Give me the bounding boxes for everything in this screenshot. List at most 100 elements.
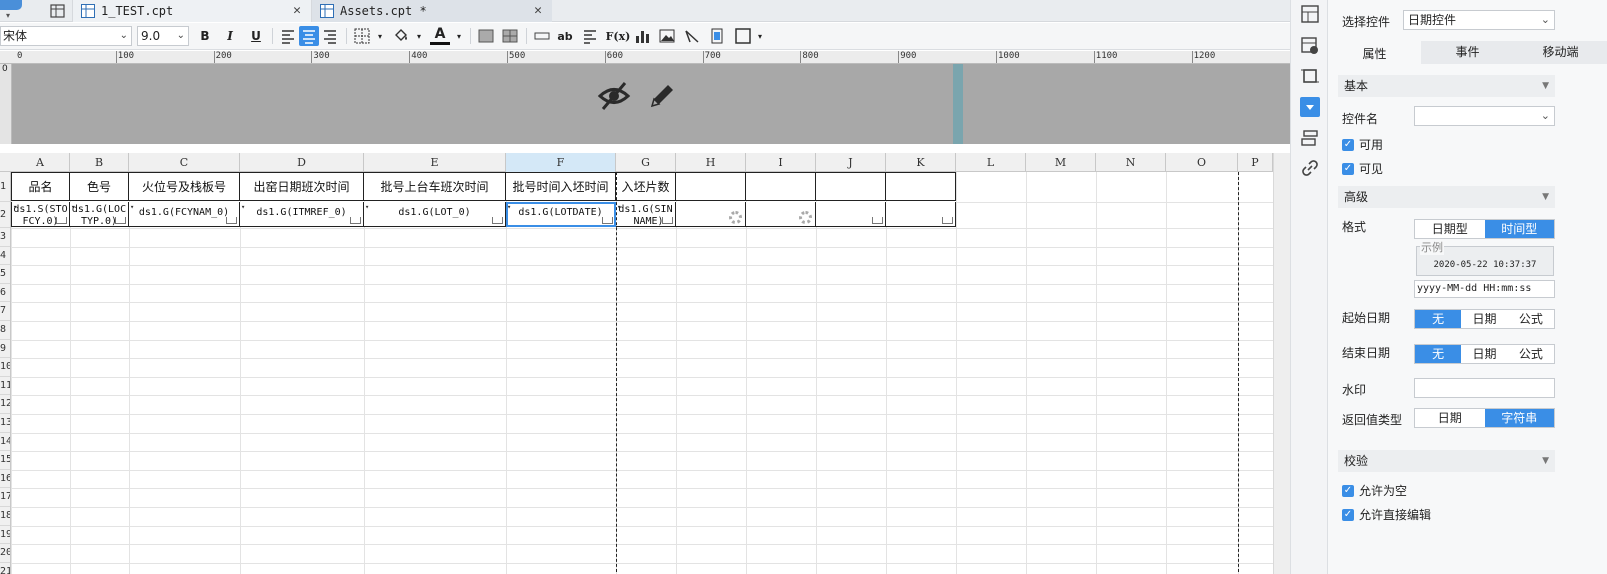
column-header-o[interactable]: O [1166,153,1238,172]
row-header-15[interactable]: 15 [0,451,10,470]
header-cell-empty[interactable] [676,172,746,201]
column-header-i[interactable]: I [746,153,816,172]
row-header-4[interactable]: 4 [0,247,10,266]
chevron-down-icon[interactable]: ▾ [409,26,429,46]
column-header-a[interactable]: A [11,153,70,172]
subreport-icon[interactable] [707,26,727,46]
row-header-18[interactable]: 18 [0,507,10,526]
row-header-11[interactable]: 11 [0,377,10,396]
column-header-g[interactable]: G [616,153,676,172]
data-cell-empty[interactable] [746,202,816,227]
column-header-c[interactable]: C [129,153,240,172]
bold-button[interactable]: B [195,26,215,46]
column-header-k[interactable]: K [886,153,956,172]
column-header-f[interactable]: F [506,153,616,172]
data-cell[interactable]: ▾ ds1.G(FCYNAM_0) [129,202,240,227]
row-header-10[interactable]: 10 [0,358,10,377]
slash-line-icon[interactable] [682,26,702,46]
chevron-down-icon[interactable]: ▾ [449,26,469,46]
cell-element-icon[interactable] [1300,36,1320,56]
enabled-checkbox[interactable]: ✓ 可用 [1342,136,1383,153]
spreadsheet-grid[interactable]: ABCDEFGHIJKLMNOP 1 2 3 4 5 6 7 8 9 10 11 12 13 14 15 16… [0,153,1273,574]
row-header-3[interactable]: 3 [0,228,10,247]
eye-hidden-icon[interactable] [597,79,631,113]
new-template-icon[interactable] [50,3,66,19]
data-cell[interactable]: ▾ ds1.G(LOTDATE) [506,202,616,227]
start-date-option-date[interactable]: 日期 [1461,310,1507,328]
header-cell[interactable]: 入坯片数 [616,172,676,201]
header-cell[interactable]: 火位号及栈板号 [129,172,240,201]
header-cell[interactable]: 出窑日期班次时间 [240,172,364,201]
hyperlink-icon[interactable] [1300,158,1320,178]
row-header-17[interactable]: 17 [0,488,10,507]
row-header-2[interactable]: 2 [0,202,10,228]
column-header-b[interactable]: B [70,153,129,172]
align-left-icon[interactable] [278,26,298,46]
row-header-7[interactable]: 7 [0,302,10,321]
row-header-5[interactable]: 5 [0,265,10,284]
start-date-option-none[interactable]: 无 [1415,310,1462,328]
row-header-19[interactable]: 19 [0,526,10,545]
tab-1-test[interactable]: 1_TEST.cpt ✕ [72,0,312,22]
chevron-down-icon[interactable]: ▾ [370,26,390,46]
row-header-8[interactable]: 8 [0,321,10,340]
row-header-13[interactable]: 13 [0,414,10,433]
format-option-date[interactable]: 日期型 [1415,220,1485,238]
column-header-m[interactable]: M [1026,153,1096,172]
close-icon[interactable]: ✕ [293,3,301,18]
pencil-icon[interactable] [646,80,678,112]
formula-button[interactable]: F(x) [606,26,631,46]
header-cell[interactable]: 批号上台车班次时间 [364,172,506,201]
control-name-select[interactable]: ⌄ [1414,106,1555,126]
header-cell-empty[interactable] [746,172,816,201]
header-cell-empty[interactable] [816,172,886,201]
column-header-l[interactable]: L [956,153,1026,172]
header-cell[interactable]: 品名 [11,172,70,201]
return-type-option-string[interactable]: 字符串 [1484,409,1554,427]
column-header-j[interactable]: J [816,153,886,172]
cell-attribute-icon[interactable] [1300,4,1320,24]
section-validate[interactable]: 校验 ▼ [1338,450,1555,472]
font-family-select[interactable]: 宋体 ⌄ [0,26,132,46]
vertical-scrollbar[interactable] [1273,153,1290,574]
row-header-1[interactable]: 1 [0,172,10,202]
visible-checkbox[interactable]: ✓ 可见 [1342,160,1383,177]
column-header-e[interactable]: E [364,153,506,172]
header-cell[interactable]: 色号 [70,172,129,201]
close-icon[interactable]: ✕ [534,3,542,18]
text-align-icon[interactable] [580,26,600,46]
merge-cells-icon[interactable] [476,26,496,46]
tab-events[interactable]: 事件 [1421,41,1514,64]
crop-frame-icon[interactable] [1300,66,1320,86]
data-cell[interactable]: ▾ ds1.G(ITMREF_0) [240,202,364,227]
row-header-12[interactable]: 12 [0,395,10,414]
data-cell-empty[interactable] [886,202,956,227]
text-widget-button[interactable]: ab [555,26,575,46]
data-cell[interactable]: ▾ ds1.G(LOT_0) [364,202,506,227]
row-header-21[interactable]: 21 [0,563,10,574]
underline-button[interactable]: U [246,26,266,46]
data-cell-empty[interactable] [676,202,746,227]
format-option-time[interactable]: 时间型 [1484,220,1554,238]
data-cell[interactable]: ▾ ds1.S(STOFCY.0) [11,202,70,227]
text-color-button[interactable]: A [430,26,450,45]
data-cell[interactable]: ▾ ds1.G(LOCTYP.0) [70,202,129,227]
app-menu-icon[interactable] [0,0,22,10]
allow-edit-checkbox[interactable]: ✓ 允许直接编辑 [1342,506,1431,523]
allow-empty-checkbox[interactable]: ✓ 允许为空 [1342,482,1407,499]
header-cell[interactable]: 批号时间入坯时间 [506,172,616,201]
font-size-select[interactable]: 9.0 ⌄ [137,26,189,46]
input-widget-icon[interactable] [532,26,552,46]
data-cell-empty[interactable] [816,202,886,227]
condition-attribute-icon[interactable] [1300,128,1320,148]
column-header-p[interactable]: P [1238,153,1273,172]
align-center-icon[interactable] [299,26,319,46]
end-date-option-formula[interactable]: 公式 [1508,345,1554,363]
widget-icon[interactable] [1300,97,1320,117]
chart-icon[interactable] [632,26,652,46]
row-header-9[interactable]: 9 [0,340,10,359]
row-header-20[interactable]: 20 [0,544,10,563]
end-date-option-none[interactable]: 无 [1415,345,1462,363]
split-cells-icon[interactable] [500,26,520,46]
italic-button[interactable]: I [220,26,240,46]
